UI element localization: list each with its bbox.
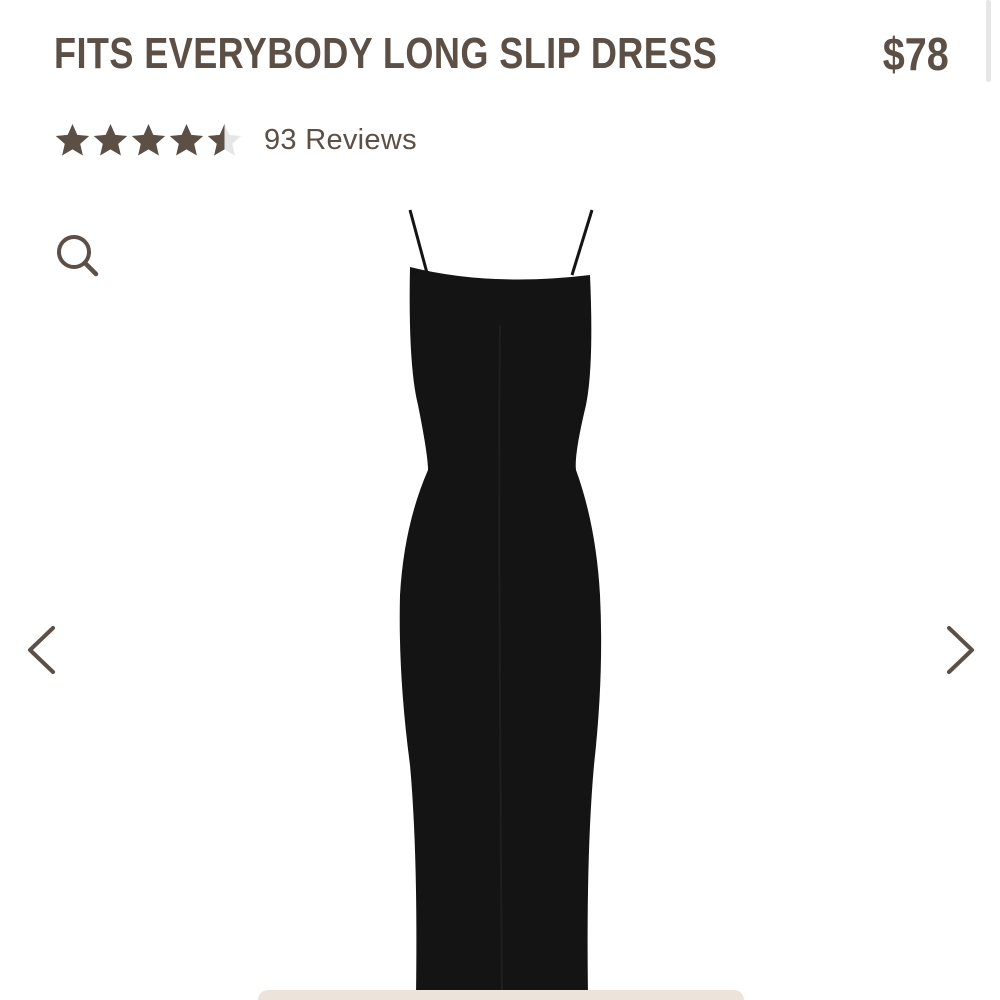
product-image-gallery[interactable] [0, 190, 1000, 995]
star-icon [93, 123, 128, 155]
rating-row: 93 Reviews [54, 118, 417, 162]
next-image-button[interactable] [940, 620, 980, 680]
previous-image-button[interactable] [22, 620, 62, 680]
search-icon [57, 235, 99, 277]
star-icon [207, 123, 242, 155]
chevron-left-icon [28, 626, 55, 674]
product-header: FITS EVERYBODY LONG SLIP DRESS $78 [54, 22, 949, 86]
product-image-dress [399, 209, 602, 995]
reviews-link[interactable]: 93 Reviews [264, 124, 417, 157]
star-icon [169, 123, 204, 155]
star-rating [54, 120, 244, 160]
star-icon [55, 123, 90, 155]
product-title: FITS EVERYBODY LONG SLIP DRESS [54, 29, 718, 78]
scrollbar[interactable] [986, 0, 991, 82]
star-icon [131, 123, 166, 155]
zoom-button[interactable] [52, 230, 104, 282]
bottom-action-bar[interactable] [258, 990, 744, 1000]
chevron-right-icon [947, 626, 974, 674]
product-price: $78 [882, 28, 949, 80]
